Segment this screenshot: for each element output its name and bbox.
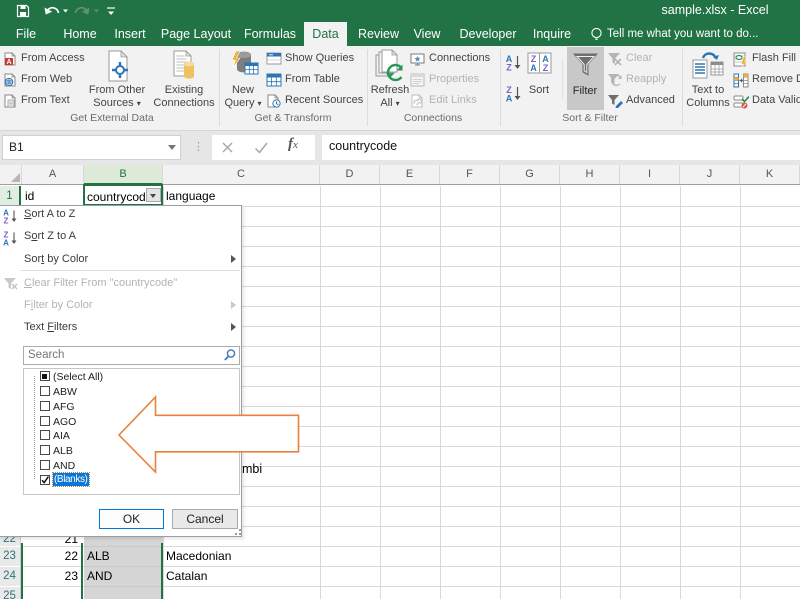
svg-text:Z: Z (543, 63, 549, 73)
svg-text:A: A (3, 239, 9, 247)
svg-text:A: A (6, 59, 11, 66)
svg-text:Z: Z (4, 217, 9, 225)
svg-text:Z: Z (506, 63, 512, 72)
svg-text:A: A (530, 63, 537, 73)
